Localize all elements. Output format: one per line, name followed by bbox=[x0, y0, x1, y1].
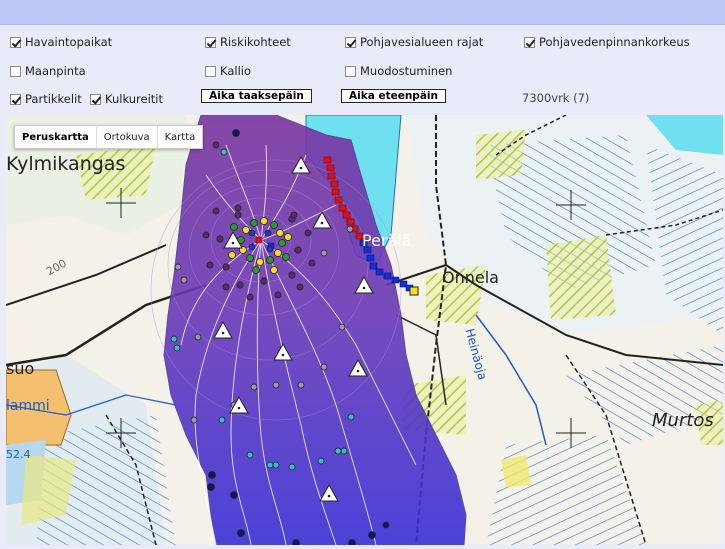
partikkelit-label: Partikkelit bbox=[25, 92, 82, 106]
time-back-button[interactable]: Aika taaksepäin bbox=[201, 89, 312, 103]
layer-muodostuminen[interactable]: Muodostuminen bbox=[345, 64, 452, 78]
maanpinta-label: Maanpinta bbox=[25, 64, 86, 78]
layer-riskikohteet[interactable]: Riskikohteet bbox=[205, 35, 291, 49]
tab-peruskartta[interactable]: Peruskartta bbox=[15, 126, 97, 148]
time-forward-button[interactable]: Aika eteenpäin bbox=[341, 89, 446, 103]
layer-partikkelit[interactable]: Partikkelit bbox=[10, 92, 82, 106]
green-area-6 bbox=[476, 130, 526, 180]
layer-havaintopaikat[interactable]: Havaintopaikat bbox=[10, 35, 112, 49]
pohjavedenpinnankorkeus-checkbox[interactable] bbox=[524, 36, 535, 48]
layer-pohjavedenpinnankorkeus[interactable]: Pohjavedenpinnankorkeus bbox=[524, 35, 690, 49]
green-area-3 bbox=[546, 235, 616, 320]
place-lammi: lammi bbox=[6, 398, 50, 414]
map-view[interactable]: Peruskartta Ortokuva Kartta Kylmikangas … bbox=[6, 115, 723, 545]
maanpinta-checkbox[interactable] bbox=[10, 65, 21, 77]
top-header-bar bbox=[0, 0, 725, 25]
layer-kulkureitit[interactable]: Kulkureitit bbox=[90, 92, 163, 106]
pohjavesialueen-rajat-checkbox[interactable] bbox=[345, 36, 356, 48]
layer-pohjavesialueen-rajat[interactable]: Pohjavesialueen rajat bbox=[345, 35, 483, 49]
time-status: 7300vrk (7) bbox=[522, 91, 590, 105]
place-suo: suo bbox=[6, 359, 35, 378]
pohjavesialueen-rajat-label: Pohjavesialueen rajat bbox=[360, 35, 484, 49]
place-onnela: Onnela bbox=[442, 268, 499, 287]
pump-marker bbox=[409, 286, 419, 296]
muodostuminen-label: Muodostuminen bbox=[360, 64, 453, 78]
kallio-label: Kallio bbox=[220, 64, 252, 78]
riskikohteet-checkbox[interactable] bbox=[205, 36, 216, 48]
kulkureitit-checkbox[interactable] bbox=[90, 93, 101, 105]
place-kylmakangas: Kylmikangas bbox=[6, 153, 126, 175]
kallio-checkbox[interactable] bbox=[205, 65, 216, 77]
partikkelit-checkbox[interactable] bbox=[10, 93, 21, 105]
pohjavedenpinnankorkeus-label: Pohjavedenpinnankorkeus bbox=[539, 35, 690, 49]
muodostuminen-checkbox[interactable] bbox=[345, 65, 356, 77]
havaintopaikat-label: Havaintopaikat bbox=[25, 35, 113, 49]
place-perala: Perälä bbox=[362, 231, 412, 250]
map-type-tabs: Peruskartta Ortokuva Kartta bbox=[14, 125, 204, 149]
tab-ortokuva[interactable]: Ortokuva bbox=[97, 126, 158, 148]
riskikohteet-label: Riskikohteet bbox=[220, 35, 291, 49]
elevation-label-52: 52.4 bbox=[6, 448, 31, 461]
layer-controls: Havaintopaikat Riskikohteet Pohjavesialu… bbox=[0, 25, 725, 111]
havaintopaikat-checkbox[interactable] bbox=[10, 36, 21, 48]
place-murtos: Murtos bbox=[652, 410, 714, 431]
map-canvas[interactable] bbox=[6, 115, 723, 545]
kulkureitit-label: Kulkureitit bbox=[105, 92, 164, 106]
layer-kallio[interactable]: Kallio bbox=[205, 64, 251, 78]
yellow-patch-2 bbox=[501, 455, 531, 487]
tab-kartta[interactable]: Kartta bbox=[158, 126, 203, 148]
layer-maanpinta[interactable]: Maanpinta bbox=[10, 64, 86, 78]
